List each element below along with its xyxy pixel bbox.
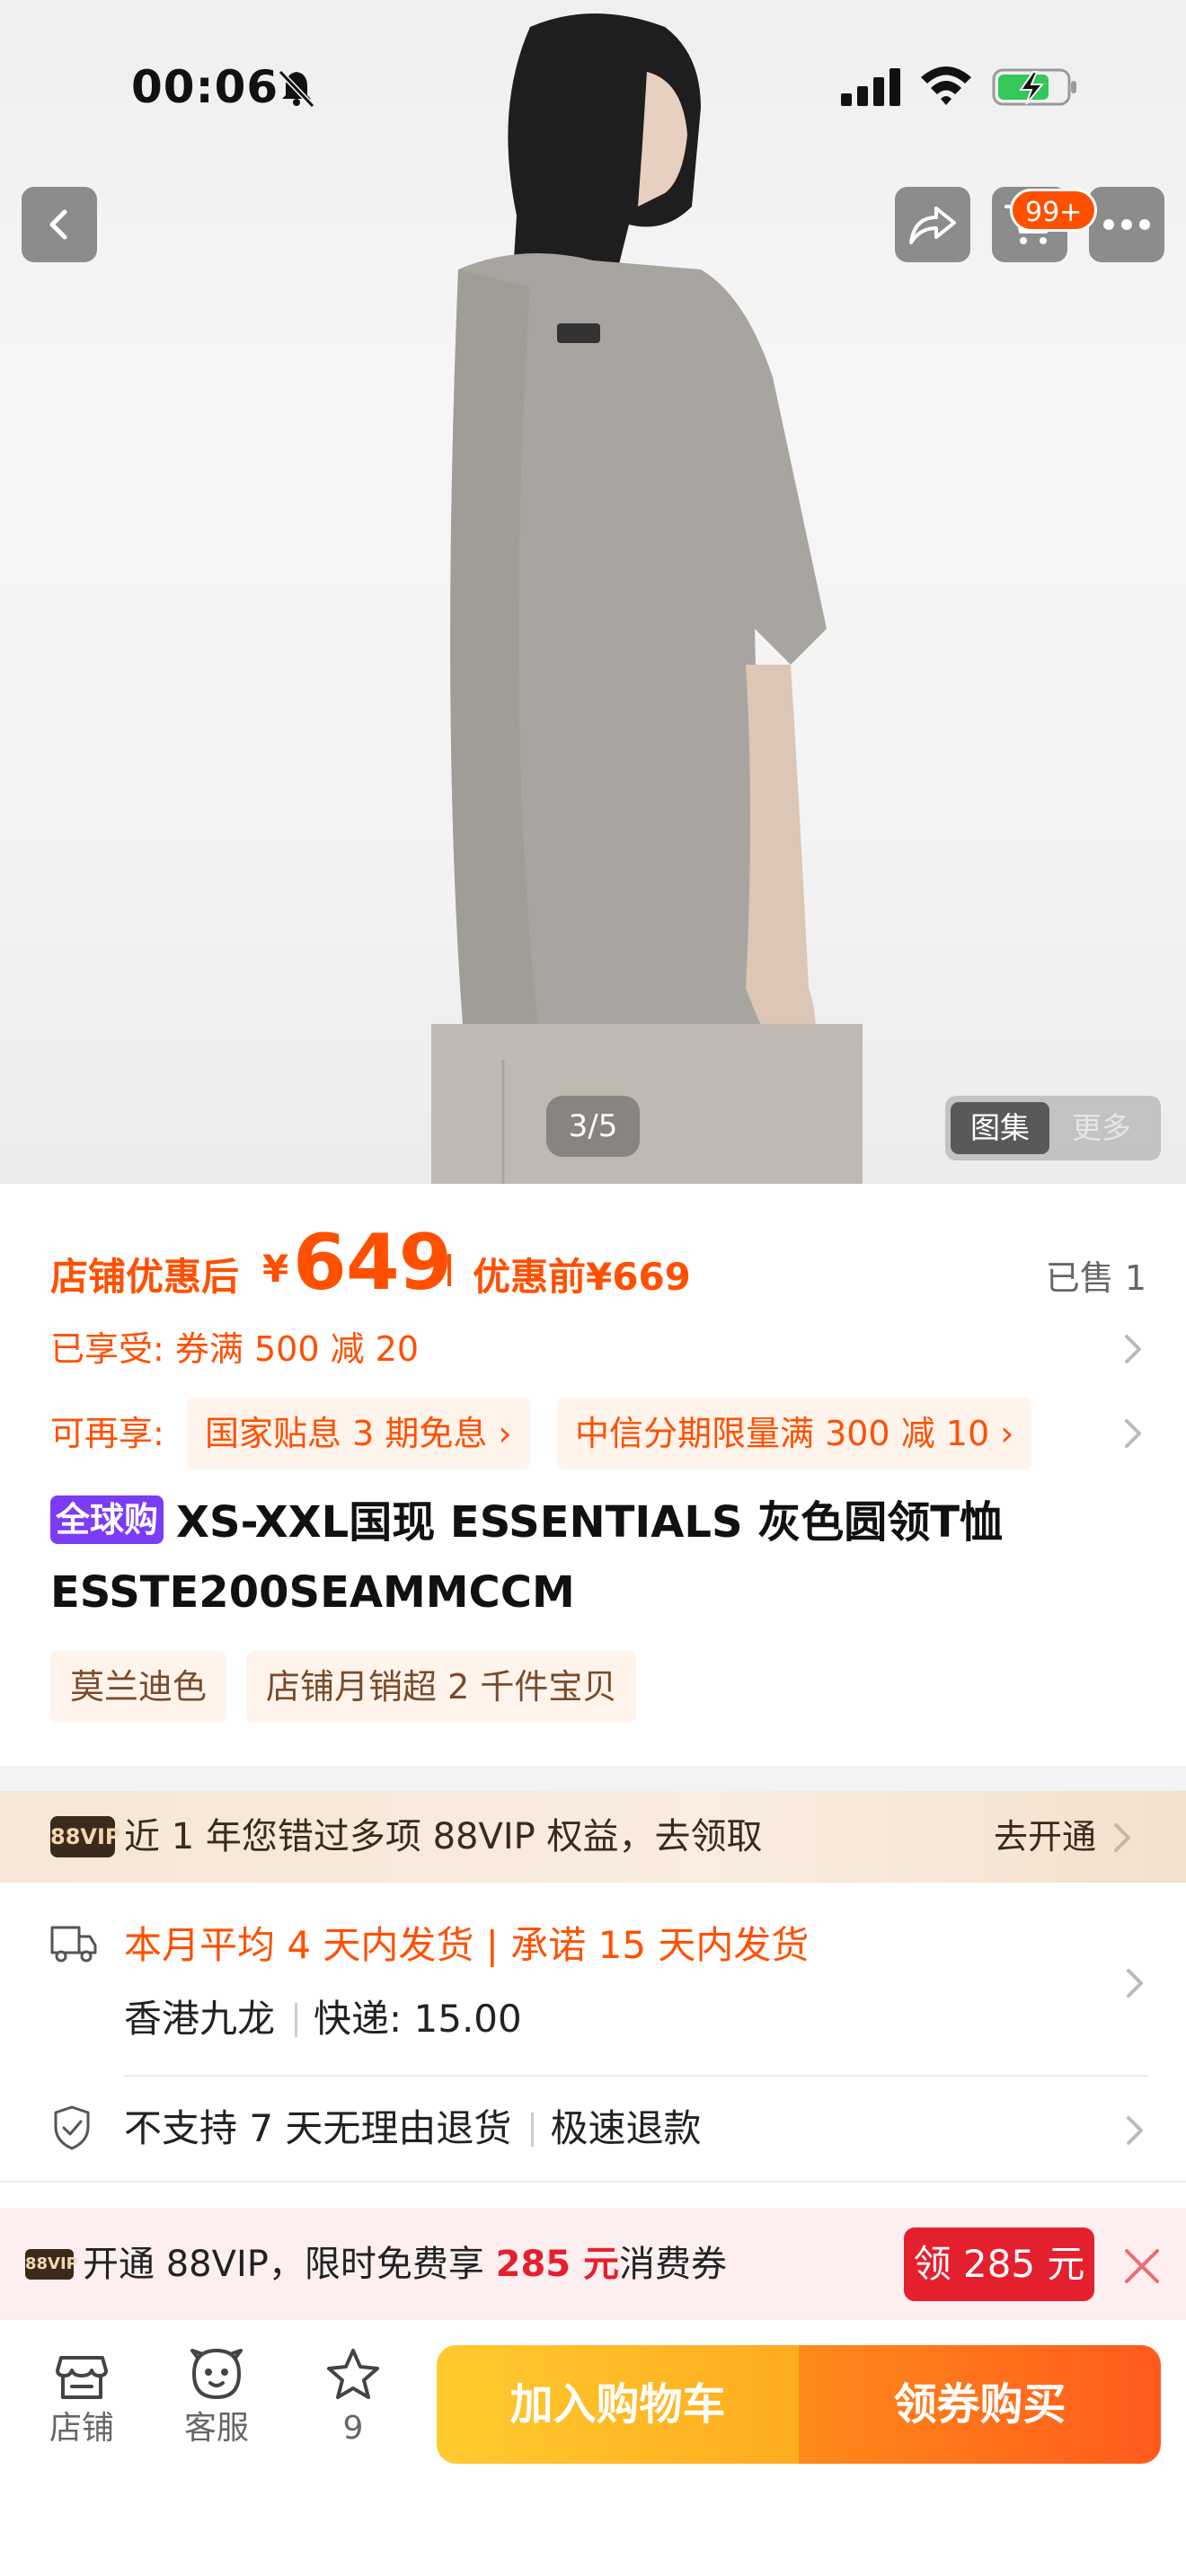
star-icon xyxy=(327,2349,379,2399)
product-tag: 莫兰迪色 xyxy=(50,1651,227,1723)
vip-open-link[interactable]: 去开通 xyxy=(994,1813,1096,1861)
promo-text: 开通 88VIP，限时免费享 285 元消费券 xyxy=(83,2238,727,2290)
product-photo xyxy=(431,13,863,1184)
price-label: 店铺优惠后 xyxy=(50,1255,240,1299)
offer-chip-interest-free[interactable]: 国家贴息 3 期免息 › xyxy=(187,1398,530,1469)
chevron-left-icon xyxy=(49,209,67,240)
bottom-action-bar: 店铺 客服 9 加入购物车 领券购买 xyxy=(0,2319,1186,2576)
price-before-discount: 优惠前¥669 xyxy=(473,1255,691,1299)
currency-symbol: ¥ xyxy=(262,1247,289,1291)
share-icon xyxy=(909,207,956,244)
more-button[interactable] xyxy=(1089,187,1164,262)
chevron-right-icon xyxy=(1125,1335,1141,1363)
price-value: 649 xyxy=(293,1218,453,1308)
extra-offers-label: 可再享: xyxy=(50,1414,164,1453)
product-title-text: XS-XXL国现 ESSENTIALS 灰色圆领T恤 ESSTE200SEAMM… xyxy=(50,1497,1004,1618)
product-image-carousel[interactable]: 00:06 99+ 3/5 图集 更多 xyxy=(0,0,1186,1184)
delivery-promise: 本月平均 4 天内发货 | 承诺 15 天内发货 xyxy=(124,1923,810,1967)
promo-amount: 285 元 xyxy=(495,2244,620,2285)
chat-face-icon xyxy=(190,2348,243,2400)
coupon-row[interactable]: 已享受: 券满 500 减 20 xyxy=(50,1322,1146,1376)
extra-offers-row[interactable]: 可再享: 国家贴息 3 期免息 › 中信分期限量满 300 减 10 › xyxy=(50,1398,1146,1469)
delivery-truck-icon xyxy=(50,1926,97,1963)
add-to-cart-button[interactable]: 加入购物车 xyxy=(437,2345,799,2464)
returns-row[interactable]: 不支持 7 天无理由退货 极速退款 xyxy=(0,2077,1186,2181)
purchase-buttons: 加入购物车 领券购买 xyxy=(437,2345,1161,2464)
tab-more[interactable]: 更多 xyxy=(1057,1102,1146,1154)
chevron-right-icon xyxy=(1125,1419,1141,1448)
shop-button[interactable]: 店铺 xyxy=(32,2345,131,2453)
shipping-fee: 快递: 15.00 xyxy=(314,1997,522,2041)
chevron-right-icon xyxy=(1127,1969,1143,1998)
product-tags: 莫兰迪色 店铺月销超 2 千件宝贝 xyxy=(50,1651,637,1723)
cart-count-badge: 99+ xyxy=(1010,189,1098,232)
image-counter: 3/5 xyxy=(546,1096,640,1157)
offer-chip-installment[interactable]: 中信分期限量满 300 减 10 › xyxy=(557,1398,1032,1469)
product-title: 全球购 XS-XXL国现 ESSENTIALS 灰色圆领T恤 ESSTE200SE… xyxy=(50,1487,1128,1628)
close-icon[interactable] xyxy=(1121,2245,1163,2287)
returns-text: 不支持 7 天无理由退货 极速退款 xyxy=(124,2102,701,2156)
chevron-right-icon xyxy=(1127,2116,1143,2145)
service-label: 客服 xyxy=(183,2410,249,2447)
bell-muted-icon xyxy=(278,69,315,109)
buy-with-coupon-button[interactable]: 领券购买 xyxy=(799,2345,1161,2464)
store-icon xyxy=(56,2356,108,2399)
fast-refund: 极速退款 xyxy=(550,2106,702,2150)
promo-prefix: 开通 88VIP，限时免费享 xyxy=(83,2244,496,2285)
coupon-applied-text: 已享受: 券满 500 减 20 xyxy=(50,1329,420,1369)
customer-service-button[interactable]: 客服 xyxy=(167,2345,266,2453)
status-bar: 00:06 xyxy=(0,0,1186,171)
sold-count: 已售 1 xyxy=(1045,1258,1146,1298)
promo-suffix: 消费券 xyxy=(619,2244,728,2285)
favorites-count: 9 xyxy=(342,2410,364,2447)
favorite-button[interactable]: 9 xyxy=(304,2345,403,2453)
vip-banner[interactable]: 88VIP 近 1 年您错过多项 88VIP 权益，去领取 去开通 xyxy=(0,1791,1186,1883)
status-time: 00:06 xyxy=(131,61,279,113)
return-policy: 不支持 7 天无理由退货 xyxy=(124,2106,512,2150)
vip-promo-bar[interactable]: 88VIP 开通 88VIP，限时免费享 285 元消费券 领 285 元 xyxy=(0,2208,1186,2319)
shield-check-icon xyxy=(54,2105,90,2150)
gallery-switch[interactable]: 图集 更多 xyxy=(945,1096,1161,1160)
vip-banner-text: 近 1 年您错过多项 88VIP 权益，去领取 xyxy=(124,1816,763,1857)
global-buy-badge: 全球购 xyxy=(50,1495,164,1544)
more-dots-icon xyxy=(1103,219,1150,230)
battery-charging-icon xyxy=(992,68,1076,106)
wifi-icon xyxy=(921,66,971,105)
separator xyxy=(295,2003,298,2037)
vip-badge: 88VIP xyxy=(25,2249,78,2280)
divider xyxy=(0,2181,1186,2183)
vip-badge: 88VIP xyxy=(50,1816,121,1857)
shop-label: 店铺 xyxy=(49,2410,114,2447)
delivery-origin-row: 香港九龙 快递: 15.00 xyxy=(124,1992,522,2046)
claim-coupon-button[interactable]: 领 285 元 xyxy=(904,2228,1094,2301)
share-button[interactable] xyxy=(895,187,970,262)
tab-gallery[interactable]: 图集 xyxy=(951,1102,1049,1154)
price-row: 店铺优惠后 ¥ 649 优惠前¥669 已售 1 xyxy=(50,1218,1146,1317)
product-tag: 店铺月销超 2 千件宝贝 xyxy=(246,1651,637,1723)
cellular-signal-icon xyxy=(841,68,900,106)
chevron-right-icon xyxy=(1114,1823,1130,1852)
delivery-section[interactable]: 本月平均 4 天内发货 | 承诺 15 天内发货 香港九龙 快递: 15.00 xyxy=(0,1883,1186,2075)
ship-origin: 香港九龙 xyxy=(124,1997,276,2041)
back-button[interactable] xyxy=(22,187,97,262)
separator xyxy=(531,2113,535,2147)
section-divider xyxy=(0,1766,1186,1791)
price-divider xyxy=(447,1254,451,1286)
